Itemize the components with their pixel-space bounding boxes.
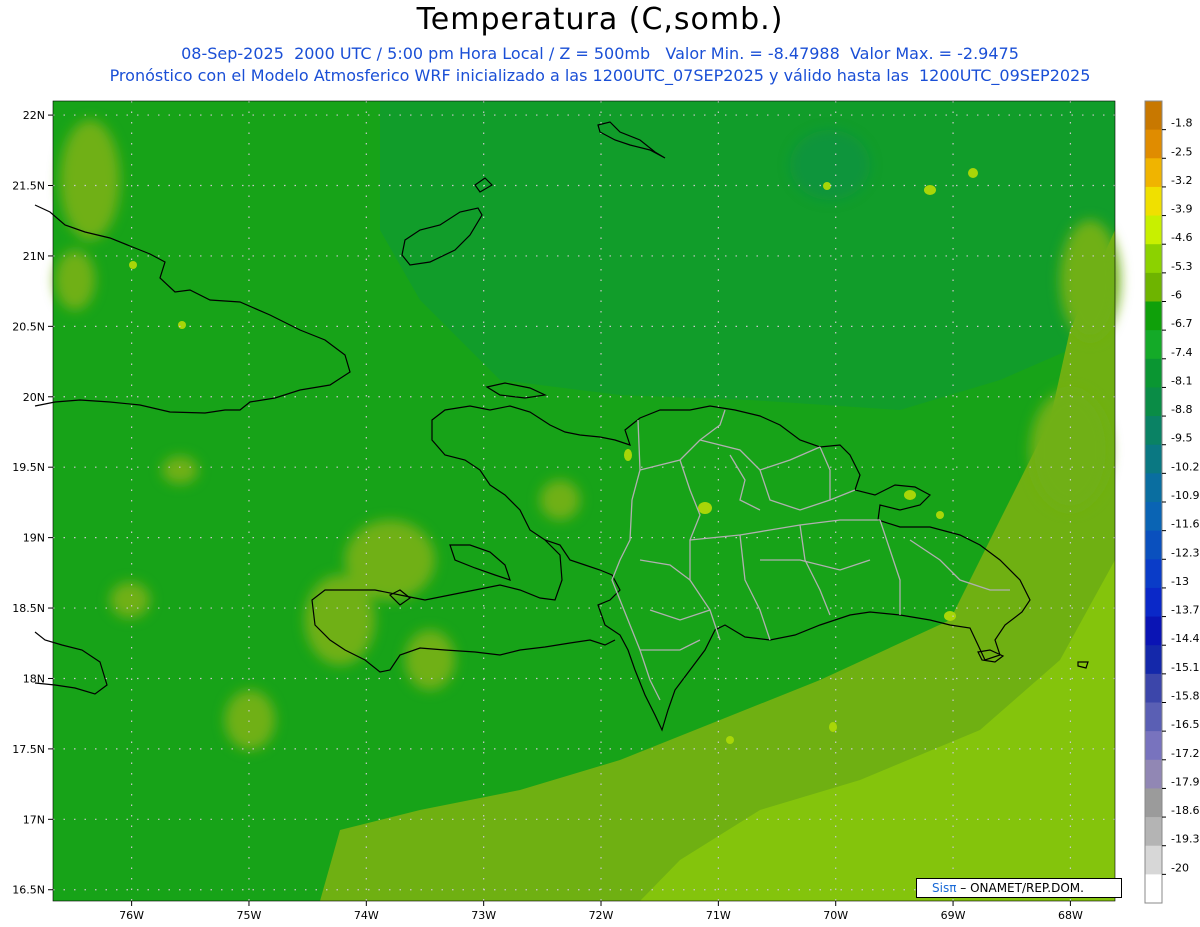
colorbar-label: -17.9 <box>1171 775 1199 788</box>
colorbar-swatch <box>1145 186 1162 217</box>
colorbar-label: -11.6 <box>1171 518 1199 531</box>
longitude-label: 75W <box>237 909 262 922</box>
temperature-map: 22N 21.5N 21N 20.5N 20N 19.5N 19N 18.5N 18N 17.5N… <box>12 100 1199 922</box>
colorbar-label: -9.5 <box>1171 432 1192 445</box>
latitude-label: 19.5N <box>12 461 45 474</box>
colorbar-swatch <box>1145 645 1162 675</box>
colorbar-swatch <box>1145 502 1162 532</box>
colorbar-label: -17.2 <box>1171 747 1199 760</box>
colorbar-swatch <box>1145 416 1162 446</box>
colorbar-label: -1.8 <box>1171 117 1192 130</box>
latitude-label: 17N <box>23 813 45 826</box>
colorbar-label: -10.2 <box>1171 460 1199 473</box>
colorbar-label: -18.6 <box>1171 804 1199 817</box>
colorbar-swatch <box>1145 158 1162 188</box>
colorbar-label: -3.2 <box>1171 174 1192 187</box>
longitude-label: 73W <box>471 909 496 922</box>
colorbar-label: -13 <box>1171 575 1189 588</box>
colorbar-label: -14.4 <box>1171 632 1199 645</box>
colorbar-label: -10.9 <box>1171 489 1199 502</box>
map-plot-area <box>53 101 1120 901</box>
colorbar-swatch <box>1145 673 1162 703</box>
sispi-logo: Sisπ <box>932 881 957 895</box>
colorbar-swatch <box>1145 759 1162 789</box>
colorbar-swatch <box>1145 444 1162 474</box>
latitude-label: 21.5N <box>12 180 45 193</box>
colorbar-swatch <box>1145 215 1162 245</box>
colorbar-swatch <box>1145 244 1162 274</box>
colorbar: -1.8 -2.5 -3.2 -3.9 -4.6 -5.3 -6 -6.7 -7.4 -8.1 -8… <box>1144 100 1199 904</box>
latitude-label: 21N <box>23 250 45 263</box>
latitude-label: 16.5N <box>12 884 45 897</box>
colorbar-label: -8.1 <box>1171 374 1192 387</box>
colorbar-swatch <box>1145 702 1162 732</box>
colorbar-swatch <box>1145 559 1162 589</box>
colorbar-swatch <box>1145 330 1162 360</box>
colorbar-swatch <box>1145 788 1162 818</box>
colorbar-label: -6.7 <box>1171 317 1192 330</box>
colorbar-label: -4.6 <box>1171 231 1192 244</box>
longitude-label: 68W <box>1058 909 1083 922</box>
colorbar-label: -13.7 <box>1171 604 1199 617</box>
latitude-label: 20.5N <box>12 320 45 333</box>
longitude-label: 72W <box>589 909 614 922</box>
colorbar-swatch <box>1145 616 1162 646</box>
colorbar-label: -20 <box>1171 861 1189 874</box>
colorbar-swatch <box>1145 101 1162 131</box>
colorbar-label: -5.3 <box>1171 260 1192 273</box>
colorbar-swatch <box>1145 731 1162 761</box>
latitude-label: 19N <box>23 532 45 545</box>
colorbar-label: -2.5 <box>1171 145 1192 158</box>
colorbar-label: -15.8 <box>1171 690 1199 703</box>
colorbar-swatch <box>1145 874 1162 904</box>
colorbar-swatch <box>1145 473 1162 503</box>
colorbar-label: -12.3 <box>1171 546 1199 559</box>
longitude-labels: 76W 75W 74W 73W 72W 71W 70W 69W 68W <box>119 901 1083 922</box>
credit-text: – ONAMET/REP.DOM. <box>956 881 1084 895</box>
colorbar-swatch <box>1145 358 1162 388</box>
colorbar-label: -8.8 <box>1171 403 1192 416</box>
longitude-label: 76W <box>119 909 144 922</box>
latitude-label: 20N <box>23 391 45 404</box>
latitude-label: 22N <box>23 109 45 122</box>
colorbar-swatch <box>1145 587 1162 618</box>
longitude-label: 69W <box>941 909 966 922</box>
longitude-label: 74W <box>354 909 379 922</box>
longitude-label: 71W <box>706 909 731 922</box>
latitude-label: 18N <box>23 672 45 685</box>
colorbar-label: -6 <box>1171 289 1182 302</box>
colorbar-label: -16.5 <box>1171 718 1199 731</box>
colorbar-label: -15.1 <box>1171 661 1199 674</box>
colorbar-label: -19.3 <box>1171 833 1199 846</box>
colorbar-swatch <box>1145 817 1162 847</box>
latitude-label: 17.5N <box>12 743 45 756</box>
colorbar-swatch <box>1145 272 1162 302</box>
latitude-label: 18.5N <box>12 602 45 615</box>
colorbar-label: -3.9 <box>1171 203 1192 216</box>
colorbar-swatch <box>1145 301 1162 331</box>
longitude-label: 70W <box>823 909 848 922</box>
credit-box: Sisπ – ONAMET/REP.DOM. <box>916 878 1122 898</box>
colorbar-swatch <box>1145 387 1162 417</box>
colorbar-swatch <box>1145 530 1162 560</box>
latitude-labels: 22N 21.5N 21N 20.5N 20N 19.5N 19N 18.5N 18N 17.5N… <box>12 109 53 897</box>
colorbar-swatch <box>1145 129 1162 159</box>
colorbar-swatch <box>1145 845 1162 875</box>
colorbar-label: -7.4 <box>1171 346 1192 359</box>
